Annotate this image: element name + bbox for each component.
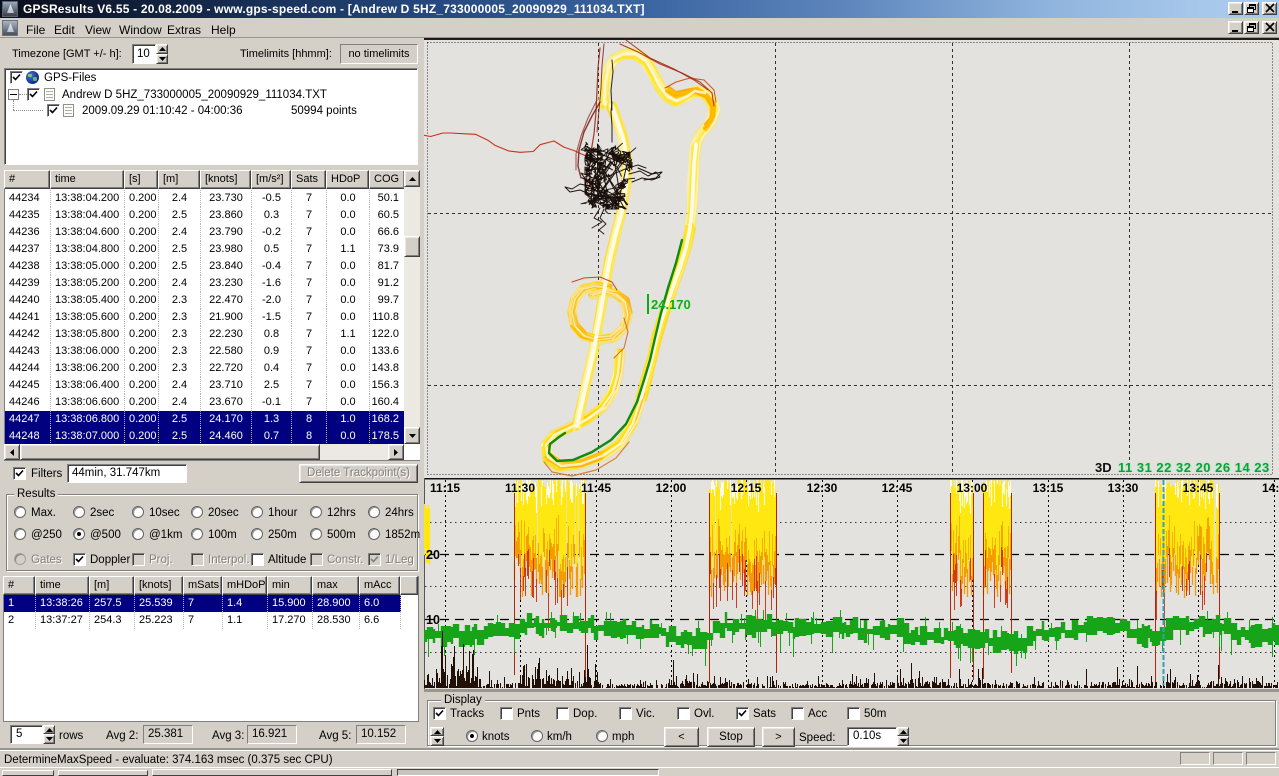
svg-text:13:00: 13:00 — [957, 481, 988, 495]
svg-text:20: 20 — [426, 548, 440, 562]
svg-text:13:45: 13:45 — [1183, 481, 1214, 495]
svg-text:12:00: 12:00 — [656, 481, 687, 495]
svg-text:13:15: 13:15 — [1033, 481, 1064, 495]
svg-text:11:15: 11:15 — [430, 481, 460, 495]
svg-text:11 31 22 32 20 26 14 23: 11 31 22 32 20 26 14 23 — [1118, 460, 1270, 475]
svg-text:13:30: 13:30 — [1108, 481, 1139, 495]
svg-text:12:30: 12:30 — [807, 481, 838, 495]
svg-text:11:45: 11:45 — [581, 481, 611, 495]
svg-text:3D: 3D — [1095, 460, 1112, 475]
svg-text:24.170: 24.170 — [651, 297, 691, 312]
svg-text:12:15: 12:15 — [731, 481, 762, 495]
svg-text:11:30: 11:30 — [505, 481, 535, 495]
svg-text:14:0: 14:0 — [1262, 481, 1279, 495]
svg-text:12:45: 12:45 — [882, 481, 913, 495]
svg-text:10: 10 — [426, 613, 440, 627]
